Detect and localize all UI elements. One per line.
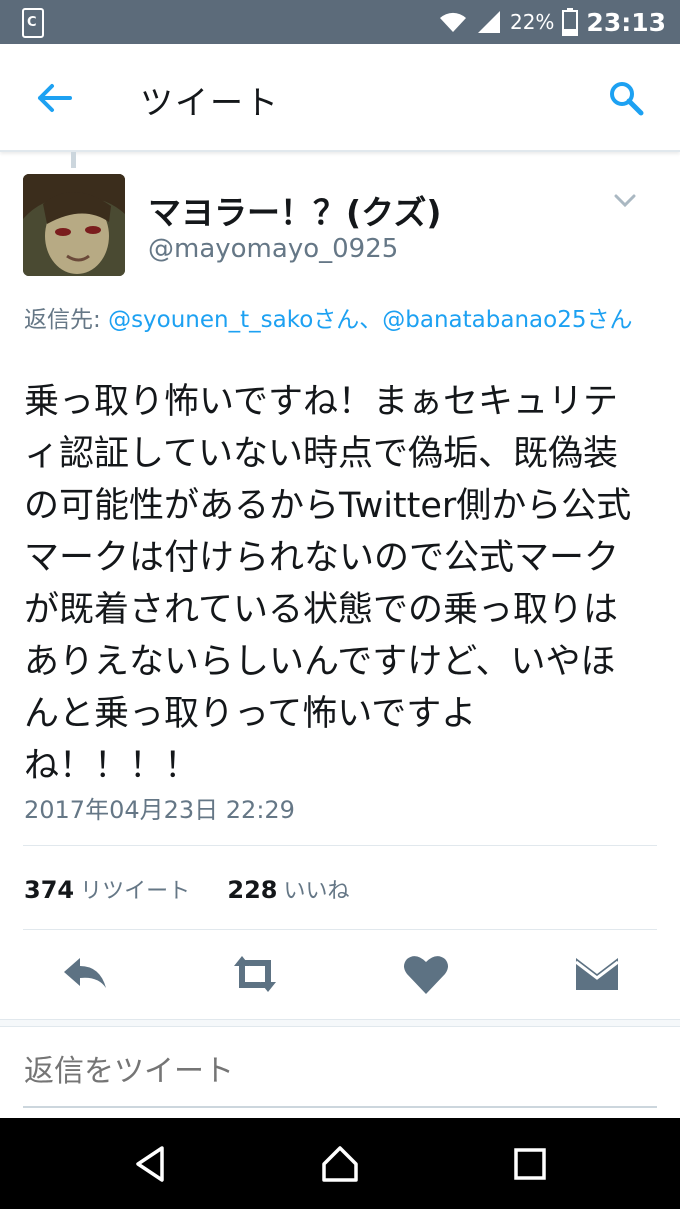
chevron-down-icon[interactable] bbox=[612, 190, 638, 210]
avatar[interactable] bbox=[23, 174, 125, 276]
screen-name[interactable]: @mayomayo_0925 bbox=[148, 234, 398, 264]
signal-icon bbox=[477, 11, 500, 33]
reply-to-separator: 、 bbox=[359, 307, 383, 333]
reply-to-label: 返信先: bbox=[24, 307, 109, 333]
retweet-icon[interactable] bbox=[230, 952, 280, 996]
reply-to-link-1[interactable]: @syounen_t_sakoさん bbox=[108, 307, 359, 333]
tweet-text: 乗っ取り怖いですね！まぁセキュリティ認証していない時点で偽垢、既偽装の可能性があ… bbox=[24, 382, 632, 786]
system-nav-bar bbox=[0, 1118, 680, 1209]
divider bbox=[23, 929, 657, 930]
thread-connector bbox=[71, 152, 76, 168]
status-indicators: 22% 23:13 bbox=[438, 0, 666, 44]
reply-input[interactable] bbox=[24, 1054, 644, 1089]
battery-icon bbox=[562, 8, 579, 36]
retweet-label: リツイート bbox=[80, 879, 191, 904]
reply-icon[interactable] bbox=[60, 952, 110, 996]
recents-icon[interactable] bbox=[510, 1144, 550, 1184]
retweet-count: 374 bbox=[24, 876, 75, 904]
clipboard-icon bbox=[22, 8, 44, 38]
message-icon[interactable] bbox=[572, 952, 622, 996]
page-title: ツイート bbox=[140, 83, 280, 122]
divider bbox=[23, 845, 657, 846]
tweet-stats: 374 リツイート 228 いいね bbox=[24, 873, 350, 905]
reply-to-line: 返信先: @syounen_t_sakoさん、@banatabanao25さん bbox=[24, 304, 644, 337]
like-count: 228 bbox=[227, 876, 278, 904]
status-bar: 22% 23:13 bbox=[0, 0, 680, 44]
tweet-timestamp: 2017年04月23日 22:29 bbox=[24, 796, 295, 824]
search-icon[interactable] bbox=[608, 80, 644, 116]
reply-to-link-2[interactable]: @banatabanao25さん bbox=[382, 307, 632, 333]
avatar-illustration bbox=[23, 174, 125, 276]
retweet-stat[interactable]: 374 リツイート bbox=[24, 876, 190, 904]
heart-icon[interactable] bbox=[401, 952, 451, 996]
like-label: いいね bbox=[283, 879, 350, 904]
section-separator bbox=[0, 1019, 680, 1027]
wifi-icon bbox=[439, 12, 466, 32]
arrow-left-icon[interactable] bbox=[34, 82, 74, 114]
battery-percent: 22% bbox=[509, 10, 555, 34]
like-stat[interactable]: 228 いいね bbox=[227, 876, 349, 904]
back-triangle-icon[interactable] bbox=[132, 1144, 172, 1184]
reply-input-underline bbox=[23, 1106, 657, 1108]
home-icon[interactable] bbox=[320, 1144, 360, 1184]
app-bar: ツイート bbox=[0, 44, 680, 152]
action-bar bbox=[0, 940, 680, 1012]
display-name[interactable]: マヨラー！？(クズ) bbox=[148, 186, 442, 234]
clock: 23:13 bbox=[586, 7, 666, 37]
